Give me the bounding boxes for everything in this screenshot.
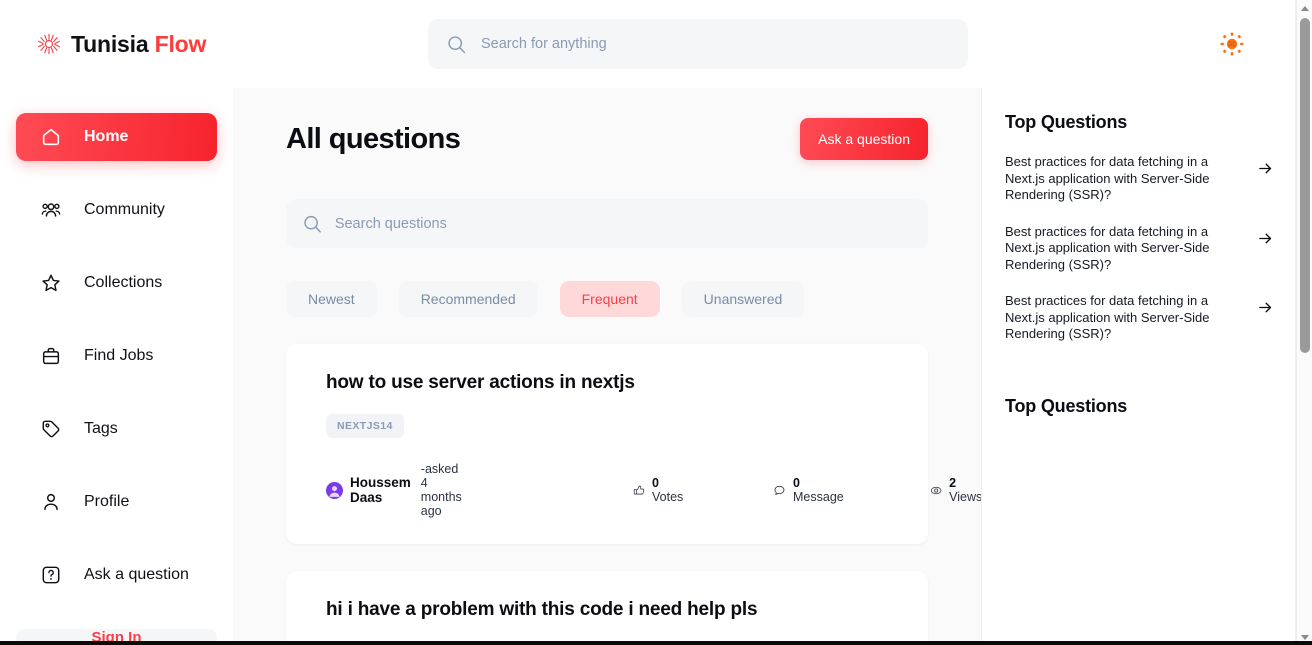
question-author[interactable]: Houssem Daas -asked 4 months ago — [326, 462, 462, 518]
question-icon — [42, 566, 60, 584]
question-search-input[interactable] — [334, 199, 912, 248]
arrow-right-icon — [1259, 233, 1272, 243]
top-questions-title-secondary: Top Questions — [1005, 395, 1128, 416]
global-search[interactable] — [428, 19, 968, 69]
app-root: Tunisia Flow Search for anything Home Co… — [0, 0, 1312, 645]
views-stat: 2 Views — [930, 476, 982, 504]
thumbs-up-icon — [633, 485, 644, 495]
top-question-item[interactable]: Best practices for data fetching in a Ne… — [1005, 293, 1274, 343]
avatar — [326, 481, 343, 499]
caret-up-icon — [1301, 5, 1309, 11]
filter-tabs: Newest Recommended Frequent Unanswered — [286, 281, 928, 317]
main-header-row: All questions Ask a question — [286, 118, 928, 160]
views-value: 2 Views — [949, 476, 982, 504]
arrow-right-icon — [1259, 163, 1272, 174]
filter-tab-frequent[interactable]: Frequent — [559, 281, 660, 317]
top-question-item[interactable]: Best practices for data fetching in a Ne… — [1005, 224, 1274, 274]
window-bottom-edge — [0, 641, 1312, 645]
sidebar-item-tags[interactable]: Tags — [16, 405, 217, 453]
filter-tab-newest[interactable]: Newest — [286, 281, 377, 317]
arrow-right-icon — [1259, 302, 1272, 313]
question-title: hi i have a problem with this code i nee… — [326, 599, 758, 620]
question-meta: Houssem Daas -asked 4 months ago 0 Votes… — [326, 462, 981, 518]
scroll-up-arrow[interactable] — [1297, 0, 1312, 16]
question-search[interactable] — [286, 199, 928, 248]
sidebar-item-profile[interactable]: Profile — [16, 478, 217, 526]
tag-list: NEXTJS14 — [326, 414, 888, 438]
right-panel: Top Questions Best practices for data fe… — [982, 88, 1296, 645]
search-input[interactable] — [481, 19, 950, 69]
top-questions-list: Best practices for data fetching in a Ne… — [1005, 154, 1274, 343]
sidebar-item-label: Find Jobs — [84, 347, 154, 364]
top-question-text: Best practices for data fetching in a Ne… — [1005, 293, 1210, 341]
sidebar-item-home[interactable]: Home — [16, 113, 217, 161]
brand-logo[interactable]: Tunisia Flow — [36, 31, 206, 58]
page-scrollbar[interactable] — [1296, 0, 1312, 645]
sidebar-item-label: Ask a question — [84, 566, 189, 583]
sun-icon — [1220, 32, 1244, 56]
top-questions-title: Top Questions — [1005, 112, 1128, 132]
top-question-text: Best practices for data fetching in a Ne… — [1005, 154, 1210, 202]
main-content: All questions Ask a question Newest Reco… — [233, 88, 982, 645]
left-sidebar: Home Community Collections Find Jobs Tag… — [0, 88, 233, 645]
sidebar-item-label: Home — [84, 128, 129, 145]
sidebar-item-label: Profile — [84, 493, 130, 510]
theme-toggle-button[interactable] — [1216, 28, 1248, 60]
caret-down-icon — [1301, 634, 1309, 640]
tag-icon — [42, 420, 60, 438]
sidebar-nav: Home Community Collections Find Jobs Tag… — [0, 113, 233, 624]
sidebar-item-ask-a-question[interactable]: Ask a question — [16, 551, 217, 599]
sidebar-item-collections[interactable]: Collections — [16, 259, 217, 307]
sidebar-item-label: Community — [84, 201, 165, 218]
question-card[interactable]: hi i have a problem with this code i nee… — [286, 571, 928, 645]
tag-chip[interactable]: NEXTJS14 — [326, 414, 404, 438]
star-icon — [42, 274, 60, 292]
messages-stat: 0 Message — [773, 476, 846, 504]
user-icon — [44, 493, 58, 511]
brand-title-primary: Tunisia — [71, 30, 149, 57]
message-icon — [774, 485, 785, 495]
votes-value: 0 Votes — [652, 476, 684, 504]
search-icon — [304, 215, 321, 233]
asked-time: -asked 4 months ago — [420, 462, 462, 518]
page-title: All questions — [286, 122, 461, 155]
top-question-item[interactable]: Best practices for data fetching in a Ne… — [1005, 154, 1274, 204]
eye-icon — [930, 486, 942, 494]
top-question-text: Best practices for data fetching in a Ne… — [1005, 223, 1210, 272]
sidebar-item-label: Tags — [84, 420, 118, 437]
search-icon — [448, 35, 466, 53]
author-name: Houssem Daas — [350, 475, 411, 505]
brand-title: Tunisia Flow — [71, 31, 206, 58]
home-icon — [42, 128, 60, 146]
filter-tab-recommended[interactable]: Recommended — [398, 281, 538, 317]
sidebar-item-label: Collections — [84, 274, 163, 291]
question-card[interactable]: how to use server actions in nextjs NEXT… — [286, 344, 981, 544]
briefcase-icon — [42, 347, 60, 365]
users-icon — [41, 203, 61, 217]
sidebar-item-community[interactable]: Community — [16, 186, 217, 234]
question-title: how to use server actions in nextjs — [326, 372, 635, 393]
ask-a-question-button[interactable]: Ask a question — [800, 118, 928, 160]
filter-tab-unanswered[interactable]: Unanswered — [681, 281, 805, 317]
scrollbar-thumb[interactable] — [1300, 18, 1310, 353]
top-header: Tunisia Flow — [0, 0, 1296, 88]
sunburst-icon — [38, 33, 60, 55]
messages-value: 0 Message — [793, 476, 844, 504]
votes-stat: 0 Votes — [633, 476, 686, 504]
sidebar-item-find-jobs[interactable]: Find Jobs — [16, 332, 217, 380]
brand-title-accent: Flow — [154, 30, 207, 57]
